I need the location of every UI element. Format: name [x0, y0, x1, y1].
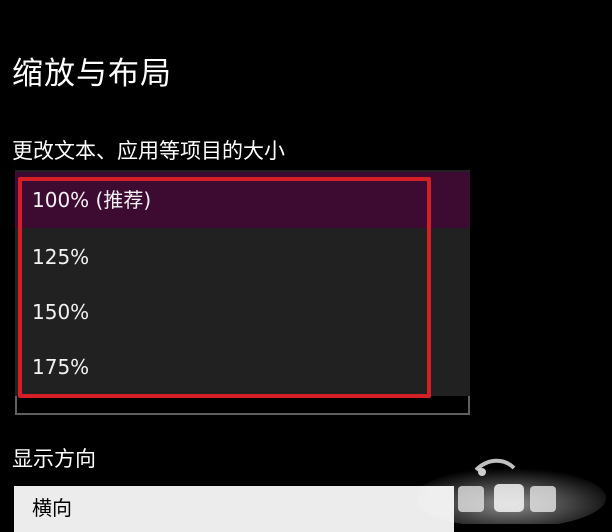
scale-label: 更改文本、应用等项目的大小	[12, 139, 285, 163]
scale-option-125[interactable]: 125%	[15, 229, 470, 285]
orientation-select[interactable]: 横向	[14, 486, 454, 532]
scale-option-100[interactable]: 100% (推荐)	[15, 172, 470, 228]
orientation-label: 显示方向	[12, 447, 96, 471]
section-title: 缩放与布局	[12, 56, 172, 92]
scale-option-150[interactable]: 150%	[15, 284, 470, 340]
orientation-value: 横向	[32, 496, 72, 520]
scale-option-175[interactable]: 175%	[15, 339, 470, 395]
scale-dropdown-list[interactable]: 100% (推荐) 125% 150% 175%	[15, 170, 470, 396]
